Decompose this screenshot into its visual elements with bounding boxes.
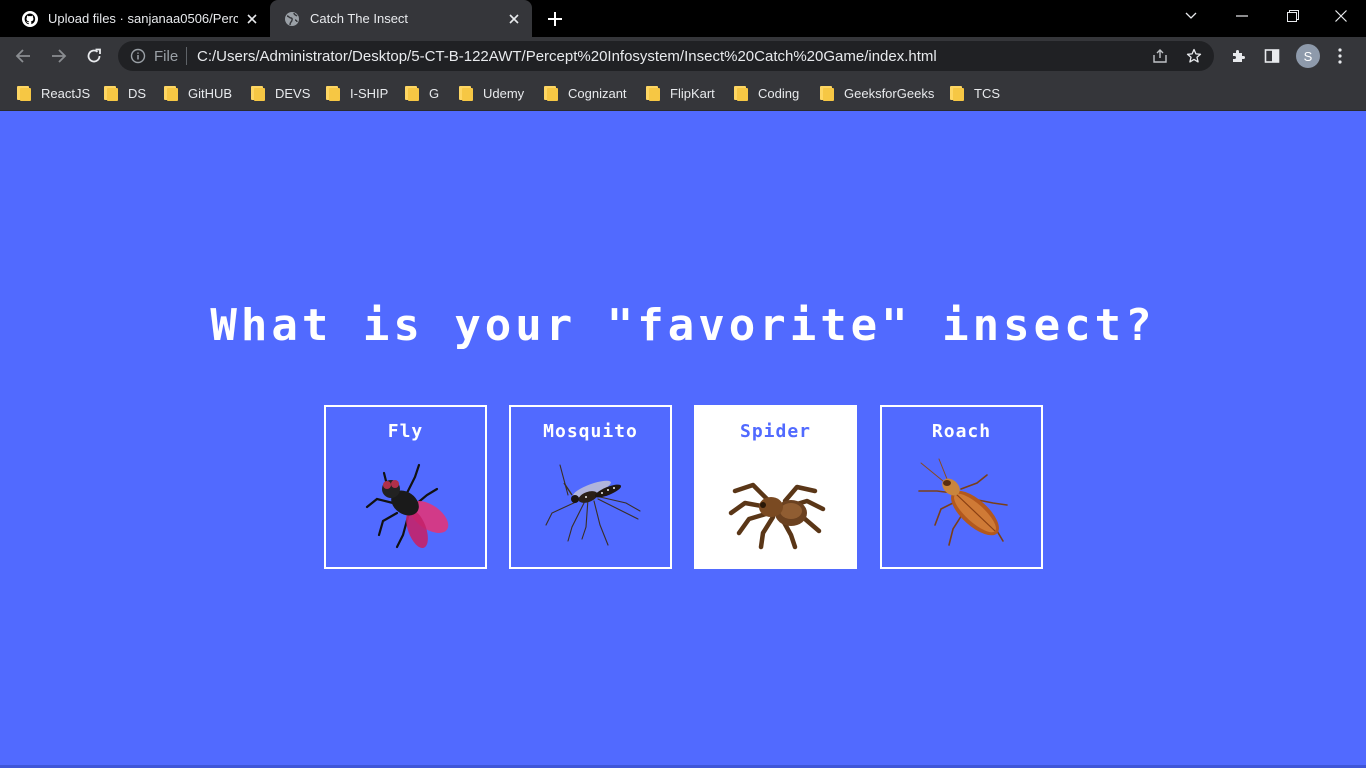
choose-roach-button[interactable]: Roach bbox=[880, 405, 1043, 569]
folder-icon bbox=[104, 85, 118, 101]
spider-icon bbox=[728, 482, 826, 550]
insect-name: Roach bbox=[931, 421, 992, 442]
bookmark-label: G bbox=[429, 85, 440, 101]
fly-icon bbox=[365, 463, 449, 549]
page-title: What is your "favorite" insect? bbox=[210, 300, 1156, 351]
bookmarks-bar: ReactJS DS GitHUB DEVS I-SHIP G Udemy Co… bbox=[0, 75, 1366, 111]
tab-strip: Upload files · sanjanaa0506/Percept Catc… bbox=[0, 0, 1366, 37]
bookmark-label: Cognizant bbox=[568, 85, 627, 101]
choose-mosquito-button[interactable]: Mosquito bbox=[509, 405, 672, 569]
bookmark-label: TCS bbox=[974, 85, 1000, 101]
bookmark-label: Udemy bbox=[483, 85, 525, 101]
choose-spider-button[interactable]: Spider bbox=[694, 405, 857, 569]
profile-avatar[interactable]: S bbox=[1296, 44, 1320, 68]
choose-fly-button[interactable]: Fly bbox=[324, 405, 487, 569]
bookmark-label: I-SHIP bbox=[350, 85, 389, 101]
folder-icon bbox=[544, 85, 558, 101]
roach-icon bbox=[918, 458, 1008, 546]
folder-icon bbox=[326, 85, 340, 101]
info-icon[interactable] bbox=[130, 48, 146, 64]
folder-icon bbox=[820, 85, 834, 101]
tab-title: Upload files · sanjanaa0506/Percept bbox=[48, 11, 238, 26]
restore-button[interactable] bbox=[1268, 0, 1318, 32]
insect-choices: Fly Mosquito Spider Roach bbox=[324, 405, 1044, 569]
restore-icon bbox=[1287, 10, 1299, 22]
new-tab-button[interactable] bbox=[541, 5, 569, 33]
chevron-down-icon bbox=[1185, 12, 1197, 19]
bookmark-folder-g[interactable]: G bbox=[405, 83, 439, 103]
bookmark-label: GeeksforGeeks bbox=[844, 85, 935, 101]
tab-upload-files[interactable]: Upload files · sanjanaa0506/Percept bbox=[8, 0, 270, 37]
scheme-label: File bbox=[154, 48, 179, 65]
close-icon bbox=[1335, 10, 1347, 22]
tab-title: Catch The Insect bbox=[310, 11, 409, 26]
back-button[interactable] bbox=[9, 42, 37, 70]
folder-icon bbox=[17, 85, 31, 101]
minimize-button[interactable] bbox=[1217, 0, 1267, 32]
bookmark-folder-reactjs[interactable]: ReactJS bbox=[17, 83, 90, 103]
url-text[interactable]: C:/Users/Administrator/Desktop/5-CT-B-12… bbox=[197, 48, 937, 65]
divider bbox=[186, 47, 187, 65]
reload-button[interactable] bbox=[80, 42, 108, 70]
menu-icon[interactable] bbox=[1326, 42, 1354, 70]
browser-toolbar: File C:/Users/Administrator/Desktop/5-CT… bbox=[0, 37, 1366, 75]
bookmark-folder-i-ship[interactable]: I-SHIP bbox=[326, 83, 388, 103]
folder-icon bbox=[646, 85, 660, 101]
close-icon[interactable] bbox=[500, 5, 528, 33]
bookmark-folder-coding[interactable]: Coding bbox=[734, 83, 799, 103]
extensions-icon[interactable] bbox=[1224, 42, 1252, 70]
bookmark-folder-cognizant[interactable]: Cognizant bbox=[544, 83, 627, 103]
github-icon bbox=[22, 10, 38, 27]
bookmark-label: GitHUB bbox=[188, 85, 233, 101]
game-screen: What is your "favorite" insect? Fly Mosq… bbox=[0, 111, 1366, 768]
folder-icon bbox=[950, 85, 964, 101]
bookmark-label: FlipKart bbox=[670, 85, 715, 101]
share-icon[interactable] bbox=[1150, 46, 1170, 66]
close-icon[interactable] bbox=[238, 5, 266, 33]
globe-icon bbox=[285, 11, 299, 26]
bookmark-folder-tcs[interactable]: TCS bbox=[950, 83, 1000, 103]
reload-icon bbox=[87, 48, 101, 63]
address-bar[interactable]: File C:/Users/Administrator/Desktop/5-CT… bbox=[118, 41, 1214, 71]
minimize-icon bbox=[1236, 15, 1248, 17]
insect-name: Fly bbox=[387, 421, 424, 442]
folder-icon bbox=[164, 85, 178, 101]
bookmark-label: ReactJS bbox=[41, 85, 91, 101]
folder-icon bbox=[734, 85, 748, 101]
bookmark-folder-devs[interactable]: DEVS bbox=[251, 83, 310, 103]
folder-icon bbox=[405, 85, 419, 101]
bookmark-label: DEVS bbox=[275, 85, 311, 101]
window-close-button[interactable] bbox=[1316, 0, 1366, 32]
bookmark-label: Coding bbox=[758, 85, 800, 101]
folder-icon bbox=[459, 85, 473, 101]
tab-search-button[interactable] bbox=[1166, 0, 1216, 32]
plus-icon bbox=[548, 12, 562, 26]
folder-icon bbox=[251, 85, 265, 101]
bookmark-folder-ds[interactable]: DS bbox=[104, 83, 146, 103]
tab-catch-the-insect[interactable]: Catch The Insect bbox=[270, 0, 532, 37]
bookmark-folder-geeksforgeeks[interactable]: GeeksforGeeks bbox=[820, 83, 934, 103]
bookmark-folder-udemy[interactable]: Udemy bbox=[459, 83, 524, 103]
forward-button[interactable] bbox=[45, 42, 73, 70]
bookmark-folder-github[interactable]: GitHUB bbox=[164, 83, 232, 103]
insect-name: Spider bbox=[739, 421, 812, 442]
insect-name: Mosquito bbox=[543, 421, 638, 442]
arrow-right-icon bbox=[52, 49, 67, 63]
side-panel-icon[interactable] bbox=[1258, 42, 1286, 70]
bookmark-folder-flipkart[interactable]: FlipKart bbox=[646, 83, 715, 103]
mosquito-icon bbox=[545, 464, 641, 546]
bookmark-star-icon[interactable] bbox=[1184, 46, 1204, 66]
bookmark-label: DS bbox=[128, 85, 147, 101]
arrow-left-icon bbox=[15, 49, 30, 63]
